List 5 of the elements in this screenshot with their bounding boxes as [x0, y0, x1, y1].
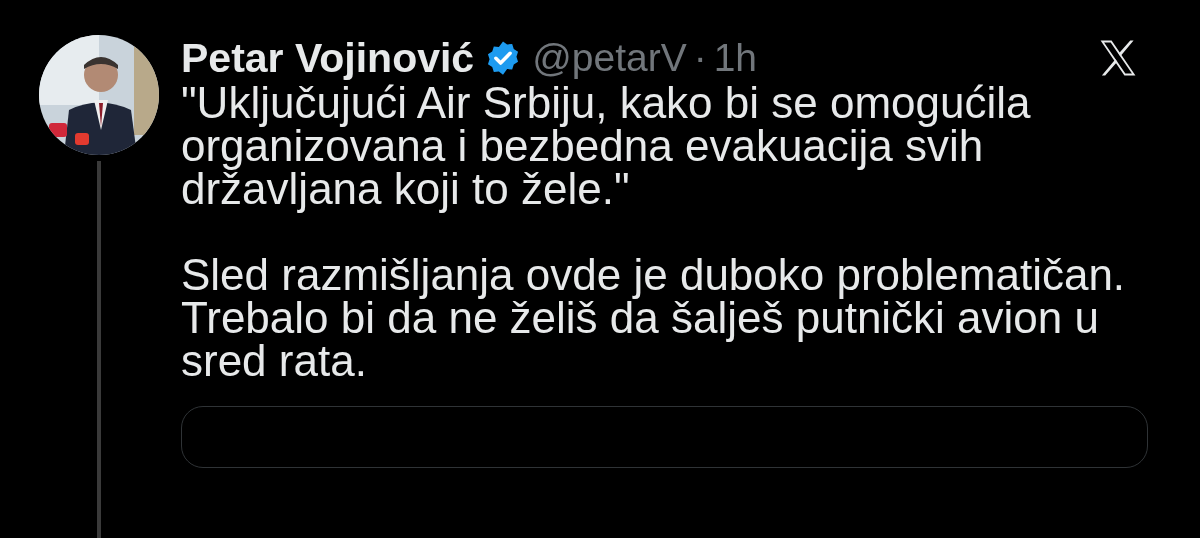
author-name[interactable]: Petar Vojinović [181, 34, 475, 82]
post-text: Sled razmišljanja ovde je duboko problematičan. Trebalo bi da ne želiš da šalješ putnički avion u sred rata. [181, 253, 1127, 382]
author-handle[interactable]: @petarV [532, 36, 687, 80]
post-time[interactable]: 1h [713, 36, 758, 80]
separator: · [693, 36, 707, 80]
